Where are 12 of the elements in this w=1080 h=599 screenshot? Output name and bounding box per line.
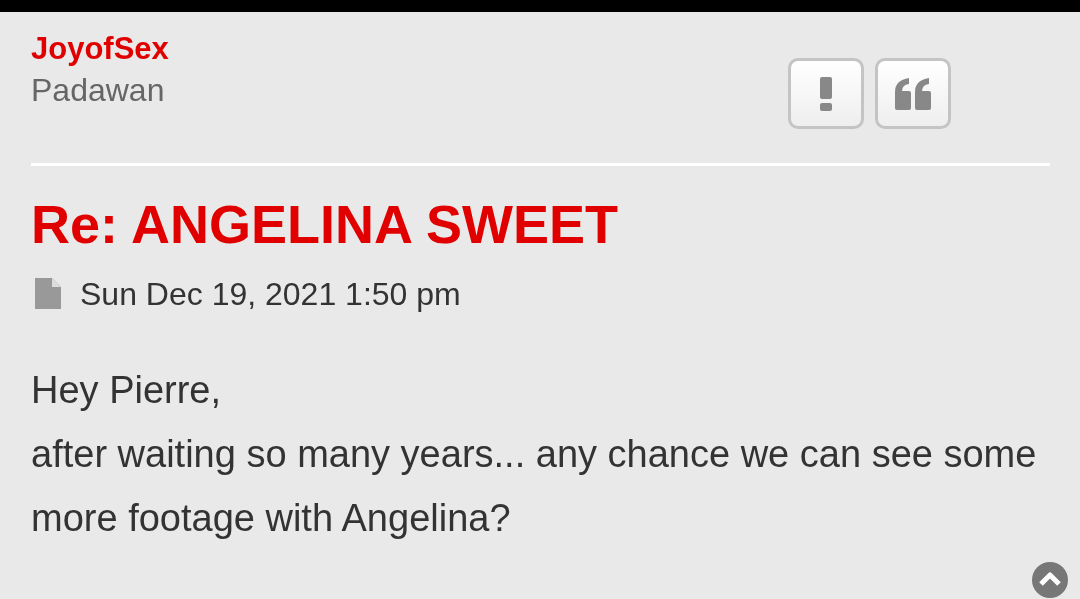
- scroll-to-top-icon[interactable]: [1032, 562, 1068, 598]
- exclamation-icon: [819, 76, 833, 111]
- author-link[interactable]: JoyofSex: [31, 30, 169, 68]
- post-text: after waiting so many years... any chance we can see some more footage with Angelina?: [31, 432, 1038, 541]
- post-date: Sun Dec 19, 2021 1:50 pm: [80, 275, 461, 314]
- post-text: Hey Pierre,: [31, 368, 223, 413]
- quote-button[interactable]: [875, 58, 951, 129]
- document-icon: [34, 278, 62, 310]
- report-button[interactable]: [788, 58, 864, 129]
- post-title[interactable]: Re: ANGELINA SWEET: [31, 192, 618, 256]
- quote-icon: [893, 77, 933, 110]
- user-rank: Padawan: [31, 71, 165, 110]
